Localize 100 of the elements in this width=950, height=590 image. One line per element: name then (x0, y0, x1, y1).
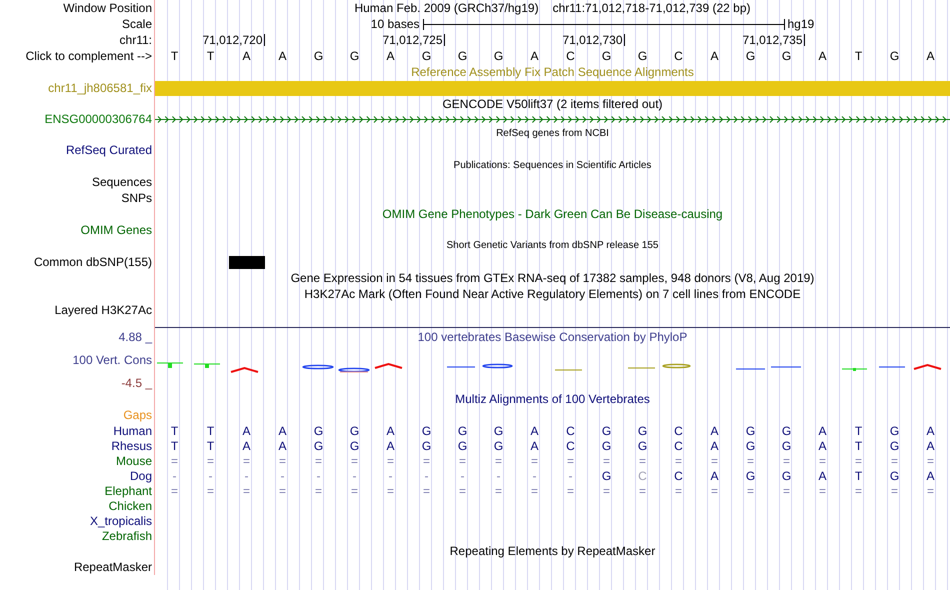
alignment-base: = (350, 484, 358, 496)
track-title: GENCODE V50lift37 (2 items filtered out) (442, 98, 663, 110)
alignment-base: = (926, 484, 934, 496)
gene-strand-drawing[interactable] (155, 116, 950, 122)
alignment-base: = (926, 454, 934, 466)
track-label[interactable]: Sequences (92, 176, 152, 188)
track-label[interactable]: Mouse (116, 454, 152, 466)
alignment-base: C (638, 470, 647, 482)
alignment-base: G (422, 424, 432, 436)
alignment-base: = (710, 484, 718, 496)
position-tick: 71,012,735 (742, 34, 804, 46)
track-title: Reference Assembly Fix Patch Sequence Alignments (411, 66, 694, 78)
track-label[interactable]: SNPs (121, 192, 152, 204)
alignment-base: = (494, 454, 502, 466)
row-label: chr11: (120, 34, 152, 46)
track-label[interactable]: Chicken (108, 500, 152, 512)
alignment-base: = (278, 454, 286, 466)
base-letter[interactable]: G (746, 50, 756, 62)
alignment-base: - (388, 470, 392, 482)
base-letter[interactable]: A (818, 50, 826, 62)
alignment-base: A (818, 424, 826, 436)
alignment-base: T (854, 470, 862, 482)
track-label[interactable]: RepeatMasker (74, 561, 152, 573)
row-label: Scale (122, 18, 152, 30)
alignment-base: = (638, 484, 646, 496)
track-label[interactable]: Rhesus (111, 440, 152, 452)
base-letter[interactable]: C (566, 50, 575, 62)
alignment-base: G (458, 424, 468, 436)
base-letter[interactable]: A (386, 50, 394, 62)
track-label[interactable]: Dog (130, 470, 152, 482)
track-label[interactable]: 100 Vert. Cons (72, 354, 152, 366)
base-letter[interactable]: G (494, 50, 504, 62)
position-tick: 71,012,730 (562, 34, 624, 46)
track-label[interactable]: -4.5 _ (121, 377, 152, 389)
alignment-base: G (890, 470, 900, 482)
alignment-base: G (602, 470, 612, 482)
alignment-base: = (422, 484, 430, 496)
base-letter[interactable]: T (170, 50, 178, 62)
base-letter[interactable]: G (314, 50, 324, 62)
base-letter[interactable]: C (674, 50, 683, 62)
base-letter[interactable]: A (242, 50, 250, 62)
alignment-base: G (746, 440, 756, 452)
track-label[interactable]: Human (113, 424, 152, 436)
alignment-base: A (926, 470, 934, 482)
track-label[interactable]: Elephant (104, 484, 152, 496)
track-label[interactable]: Layered H3K27Ac (54, 304, 152, 316)
alignment-base: = (746, 454, 754, 466)
scale-assembly: hg19 (788, 18, 814, 30)
alignment-base: G (602, 424, 612, 436)
base-letter[interactable]: G (602, 50, 612, 62)
base-letter[interactable]: A (710, 50, 718, 62)
alignment-base: G (782, 424, 792, 436)
base-letter[interactable]: G (458, 50, 468, 62)
alignment-base: = (674, 484, 682, 496)
alignment-base: = (602, 484, 610, 496)
base-letter[interactable]: A (278, 50, 286, 62)
base-letter[interactable]: A (926, 50, 934, 62)
alignment-base: G (890, 440, 900, 452)
alignment-base: = (242, 484, 250, 496)
base-letter[interactable]: G (422, 50, 432, 62)
alignment-base: = (314, 484, 322, 496)
row-label[interactable]: Click to complement --> (26, 50, 152, 62)
alignment-base: = (566, 454, 574, 466)
alignment-base: - (496, 470, 500, 482)
alignment-base: A (242, 424, 250, 436)
alignment-base: A (818, 440, 826, 452)
track-title: Gene Expression in 54 tissues from GTEx RNA-seq of 17382 samples, 948 donors (V8, Aug 2019) (290, 272, 814, 284)
alignment-base: = (890, 454, 898, 466)
base-letter[interactable]: T (206, 50, 214, 62)
snp-feature[interactable] (228, 256, 264, 268)
track-title: Short Genetic Variants from dbSNP release 155 (446, 241, 658, 251)
alignment-base: A (818, 470, 826, 482)
alignment-base: T (854, 424, 862, 436)
track-label[interactable]: ENSG00000306764 (44, 113, 152, 125)
alignment-base: = (206, 454, 214, 466)
alignment-base: = (386, 484, 394, 496)
track-label[interactable]: 4.88 _ (118, 330, 152, 342)
alignment-base: = (854, 454, 862, 466)
alignment-base: - (352, 470, 356, 482)
base-letter[interactable]: G (782, 50, 792, 62)
track-label[interactable]: X_tropicalis (90, 514, 152, 526)
track-title: OMIM Gene Phenotypes - Dark Green Can Be Disease-causing (382, 208, 723, 220)
alignment-base: G (782, 440, 792, 452)
alignment-base: - (208, 470, 212, 482)
track-label[interactable]: RefSeq Curated (66, 144, 152, 156)
base-letter[interactable]: T (854, 50, 862, 62)
alignment-base: A (278, 440, 286, 452)
track-label[interactable]: OMIM Genes (80, 224, 152, 236)
base-letter[interactable]: G (638, 50, 648, 62)
alignment-base: = (674, 454, 682, 466)
alignment-base: = (170, 454, 178, 466)
track-label[interactable]: Common dbSNP(155) (34, 256, 152, 268)
alignment-base: = (278, 484, 286, 496)
base-letter[interactable]: A (530, 50, 538, 62)
alignment-base: A (530, 424, 538, 436)
base-letter[interactable]: G (890, 50, 900, 62)
track-label[interactable]: Zebrafish (102, 530, 152, 542)
base-letter[interactable]: G (350, 50, 360, 62)
alignment-base: C (566, 424, 575, 436)
scale-text: 10 bases (370, 18, 420, 30)
